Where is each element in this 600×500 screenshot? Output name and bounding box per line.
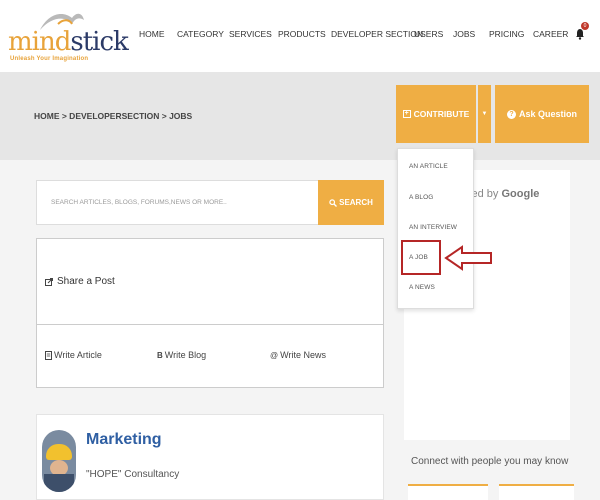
share-card-divider — [36, 324, 384, 325]
search-input[interactable] — [37, 181, 318, 224]
nav-home[interactable]: HOME — [139, 29, 165, 39]
logo-wordmark: mindstick — [8, 27, 129, 57]
highlight-box — [401, 240, 441, 275]
top-header: mindstick Unleash Your Imagination HOME … — [0, 0, 600, 72]
contribute-button[interactable]: + CONTRIBUTE — [396, 85, 476, 143]
contribute-label: CONTRIBUTE — [413, 109, 470, 119]
nav-services[interactable]: SERVICES — [229, 29, 272, 39]
logo-tagline: Unleash Your Imagination — [10, 56, 89, 62]
nav-category[interactable]: CATEGORY — [177, 29, 224, 39]
connect-title: Connect with people you may know — [411, 456, 569, 467]
suggested-person-card[interactable] — [408, 484, 488, 500]
write-blog-button[interactable]: B Write Blog — [157, 350, 206, 360]
job-company: "HOPE" Consultancy — [86, 469, 180, 480]
write-news-label: Write News — [280, 350, 326, 360]
search-field-wrapper — [36, 180, 318, 225]
blog-icon: B — [157, 350, 163, 360]
menu-item-news[interactable]: A NEWS — [409, 284, 435, 291]
ask-question-label: Ask Question — [518, 109, 577, 119]
mindstick-logo[interactable]: mindstick Unleash Your Imagination — [8, 8, 129, 64]
share-post-card — [36, 238, 384, 388]
menu-item-interview[interactable]: AN INTERVIEW — [409, 224, 457, 231]
search-button[interactable]: SEARCH — [318, 180, 384, 225]
job-title-link[interactable]: Marketing — [86, 431, 162, 449]
share-post-label: Share a Post — [57, 276, 115, 287]
write-article-button[interactable]: Write Article — [45, 350, 102, 360]
left-arrow-icon — [444, 245, 492, 271]
ask-question-button[interactable]: ? Ask Question — [495, 85, 589, 143]
contribute-dropdown-toggle[interactable]: ▼ — [478, 85, 491, 143]
nav-developer-section[interactable]: DEVELOPER SECTION — [331, 29, 423, 39]
document-icon — [45, 350, 52, 360]
notification-bell[interactable]: 0 — [576, 22, 589, 40]
write-news-button[interactable]: @ Write News — [270, 350, 326, 360]
nav-users[interactable]: USERS — [414, 29, 443, 39]
hard-hat-shape — [46, 444, 72, 460]
share-post-title[interactable]: Share a Post — [45, 276, 115, 287]
menu-item-article[interactable]: AN ARTICLE — [409, 163, 448, 170]
nav-products[interactable]: PRODUCTS — [278, 29, 326, 39]
write-article-label: Write Article — [54, 350, 102, 360]
question-circle-icon: ? — [506, 109, 516, 119]
search-icon — [329, 198, 338, 207]
nav-jobs[interactable]: JOBS — [453, 29, 475, 39]
body-shape — [44, 474, 74, 492]
notification-count-badge: 0 — [581, 22, 589, 30]
job-avatar — [42, 430, 76, 492]
search-button-label: SEARCH — [339, 198, 373, 207]
google-brand: Google — [501, 188, 540, 200]
write-blog-label: Write Blog — [164, 350, 207, 360]
breadcrumb: HOME > DEVELOPERSECTION > JOBS — [34, 111, 193, 121]
powered-by-google: sed by Google — [466, 188, 539, 200]
job-post-card — [36, 414, 384, 500]
at-icon: @ — [270, 350, 279, 360]
share-icon — [45, 277, 53, 286]
caret-down-icon: ▼ — [481, 111, 488, 117]
plus-square-icon: + — [402, 110, 411, 118]
nav-career[interactable]: CAREER — [533, 29, 568, 39]
menu-item-blog[interactable]: A BLOG — [409, 194, 433, 201]
suggested-person-card[interactable] — [499, 484, 574, 500]
nav-pricing[interactable]: PRICING — [489, 29, 524, 39]
